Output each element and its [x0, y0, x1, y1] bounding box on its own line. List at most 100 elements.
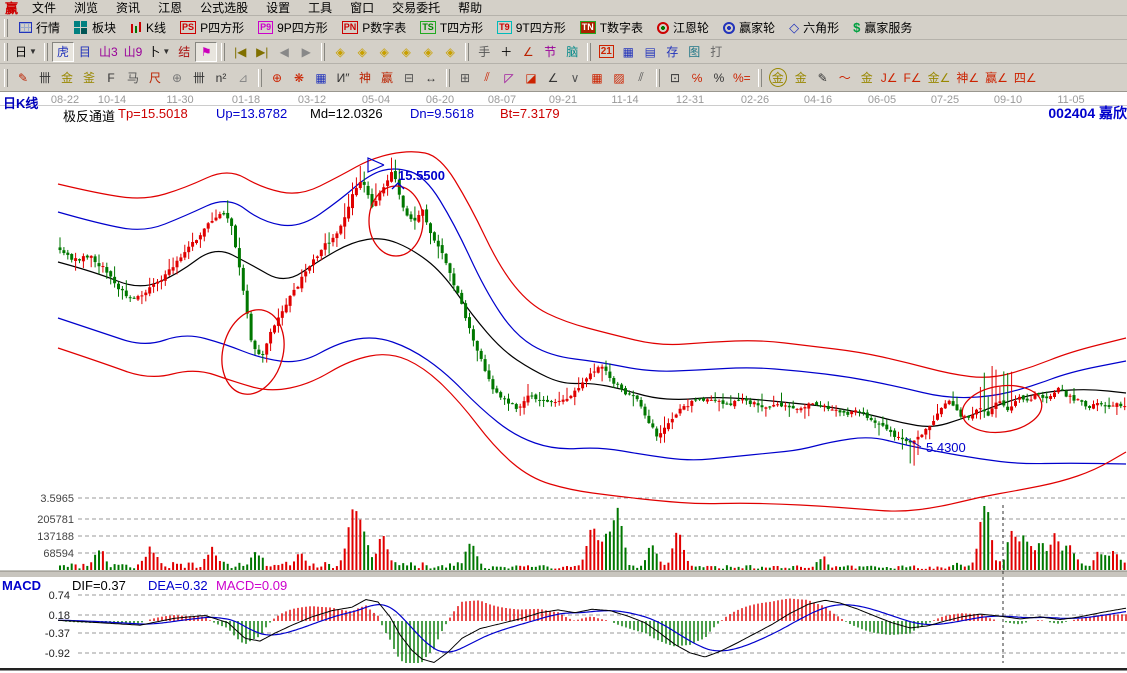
- width-arrows-icon[interactable]: ↔: [420, 68, 442, 88]
- menu-item-8[interactable]: 交易委托: [383, 0, 449, 16]
- shen-tally-icon[interactable]: 神: [354, 68, 376, 88]
- win-tally-icon[interactable]: 赢: [376, 68, 398, 88]
- diamond-right-icon[interactable]: ◈: [351, 42, 373, 62]
- tally-icon[interactable]: 卌: [34, 68, 56, 88]
- crosshair-icon[interactable]: ＋: [495, 42, 517, 62]
- wave-mark-icon[interactable]: И″: [332, 68, 354, 88]
- percent-retrace-icon[interactable]: ℅: [686, 68, 708, 88]
- winner-service-button[interactable]: $赢家服务: [846, 17, 919, 39]
- calendar-icon[interactable]: 21: [595, 42, 617, 62]
- gold-circle-icon[interactable]: 金: [766, 68, 790, 88]
- candle-type-selector-dropdown-arrow[interactable]: ▼: [162, 47, 170, 56]
- gold-tally2-icon[interactable]: 釜: [78, 68, 100, 88]
- j-angle-icon[interactable]: J∠: [878, 68, 901, 88]
- save-icon[interactable]: 存: [661, 42, 683, 62]
- chart-area[interactable]: 08-2210-1411-3001-1803-1205-0406-2008-07…: [0, 92, 1127, 673]
- gold-angle-icon[interactable]: 金∠: [925, 68, 954, 88]
- box-fan-icon[interactable]: ◪: [520, 68, 542, 88]
- menu-item-0[interactable]: 文件: [23, 0, 65, 16]
- diamond-all-icon[interactable]: ◈: [439, 42, 461, 62]
- wave9-icon[interactable]: 山9: [121, 42, 146, 62]
- menu-item-2[interactable]: 资讯: [107, 0, 149, 16]
- menu-item-6[interactable]: 工具: [299, 0, 341, 16]
- gold-lines-icon[interactable]: 金: [790, 68, 812, 88]
- shen-angle-icon[interactable]: 神∠: [953, 68, 982, 88]
- 9p-square-button[interactable]: P99P四方形: [251, 17, 335, 39]
- print-icon[interactable]: 打: [705, 42, 727, 62]
- slant-lines-icon[interactable]: ⫽: [630, 68, 652, 88]
- menu-item-7[interactable]: 窗口: [341, 0, 383, 16]
- web-grid-icon[interactable]: ▦: [310, 68, 332, 88]
- starburst-icon[interactable]: ❋: [288, 68, 310, 88]
- grid-diagonal-icon[interactable]: ▨: [608, 68, 630, 88]
- gold-underline-icon[interactable]: 金: [856, 68, 878, 88]
- memo-icon[interactable]: 目: [74, 42, 96, 62]
- diamond-down-icon[interactable]: ◈: [417, 42, 439, 62]
- diamond-left-icon[interactable]: ◈: [329, 42, 351, 62]
- gold-tally-icon[interactable]: 金: [56, 68, 78, 88]
- kline-button[interactable]: K线: [123, 17, 173, 39]
- percent-eq-icon[interactable]: %=: [730, 68, 754, 88]
- p-square-button[interactable]: PSP四方形: [173, 17, 251, 39]
- fan-lines-icon[interactable]: ⫽: [476, 68, 498, 88]
- sectors-button[interactable]: 板块: [67, 17, 123, 39]
- t-square-button[interactable]: TST四方形: [413, 17, 490, 39]
- v-dotted-icon[interactable]: ∨: [564, 68, 586, 88]
- four-angle-icon[interactable]: 四∠: [1011, 68, 1040, 88]
- brain-icon[interactable]: 脑: [561, 42, 583, 62]
- brush-icon[interactable]: ✎: [12, 68, 34, 88]
- levels-icon[interactable]: ⊡: [664, 68, 686, 88]
- period-day-selector[interactable]: 日▼: [12, 42, 40, 62]
- menu-item-3[interactable]: 江恩: [149, 0, 191, 16]
- winner-wheel-button[interactable]: 赢家轮: [716, 17, 782, 39]
- tally2-icon[interactable]: 卌: [188, 68, 210, 88]
- percent-icon[interactable]: %: [708, 68, 730, 88]
- menu-item-5[interactable]: 设置: [257, 0, 299, 16]
- t-number-table-button[interactable]: TNT数字表: [573, 17, 650, 39]
- box-tool-icon[interactable]: ⊞: [454, 68, 476, 88]
- menu-item-9[interactable]: 帮助: [449, 0, 491, 16]
- hexagon-button[interactable]: ◇六角形: [782, 17, 846, 39]
- trend-angles-icon[interactable]: ∠: [542, 68, 564, 88]
- matrix-icon[interactable]: ▦: [617, 42, 639, 62]
- gann-wheel-button[interactable]: 江恩轮: [650, 17, 716, 39]
- export-image-icon[interactable]: 图: [683, 42, 705, 62]
- candle-type-selector[interactable]: 卜▼: [145, 42, 173, 62]
- jump-last-icon[interactable]: ▶|: [251, 42, 273, 62]
- gann-circle-icon[interactable]: ⊕: [166, 68, 188, 88]
- grid-diagonal-icon-glyph: ▨: [613, 71, 624, 85]
- spiral-icon[interactable]: 马: [122, 68, 144, 88]
- jump-first-icon[interactable]: |◀: [229, 42, 251, 62]
- next-bar-icon[interactable]: ▶: [295, 42, 317, 62]
- menu-item-1[interactable]: 浏览: [65, 0, 107, 16]
- brush-tally-icon[interactable]: 尺: [144, 68, 166, 88]
- knot-icon[interactable]: 结: [173, 42, 195, 62]
- angle-tool-icon[interactable]: ∠: [517, 42, 539, 62]
- n2-icon[interactable]: n²: [210, 68, 232, 88]
- f-tally-icon[interactable]: F: [100, 68, 122, 88]
- wave-box-icon[interactable]: 〜: [834, 68, 856, 88]
- red-grid-icon[interactable]: ▦: [586, 68, 608, 88]
- wave3-icon[interactable]: 山3: [96, 42, 121, 62]
- gann-shape-icon[interactable]: 节: [539, 42, 561, 62]
- tiger-icon[interactable]: 虎: [52, 42, 74, 62]
- diamond-both-icon[interactable]: ◈: [373, 42, 395, 62]
- period-day-selector-dropdown-arrow[interactable]: ▼: [29, 47, 37, 56]
- web-grid-icon-glyph: ▦: [315, 71, 326, 85]
- notes-icon[interactable]: ▤: [639, 42, 661, 62]
- flag-icon[interactable]: ⚑: [195, 42, 217, 62]
- f-angle-icon[interactable]: F∠: [900, 68, 924, 88]
- p-number-table-button[interactable]: PNP数字表: [335, 17, 414, 39]
- menu-item-4[interactable]: 公式选股: [191, 0, 257, 16]
- ink-brush-icon[interactable]: ✎: [812, 68, 834, 88]
- 9t-square-button[interactable]: T99T四方形: [490, 17, 573, 39]
- market-quotes-button[interactable]: 行情: [12, 17, 67, 39]
- win-angle-icon[interactable]: 赢∠: [982, 68, 1011, 88]
- fan-box-icon[interactable]: ◸: [498, 68, 520, 88]
- hand-tool-icon[interactable]: 手: [473, 42, 495, 62]
- target-icon[interactable]: ⊕: [266, 68, 288, 88]
- pennant-icon[interactable]: ⊿: [232, 68, 254, 88]
- diamond-up-icon[interactable]: ◈: [395, 42, 417, 62]
- ruler-123-icon[interactable]: ⊟: [398, 68, 420, 88]
- prev-bar-icon[interactable]: ◀: [273, 42, 295, 62]
